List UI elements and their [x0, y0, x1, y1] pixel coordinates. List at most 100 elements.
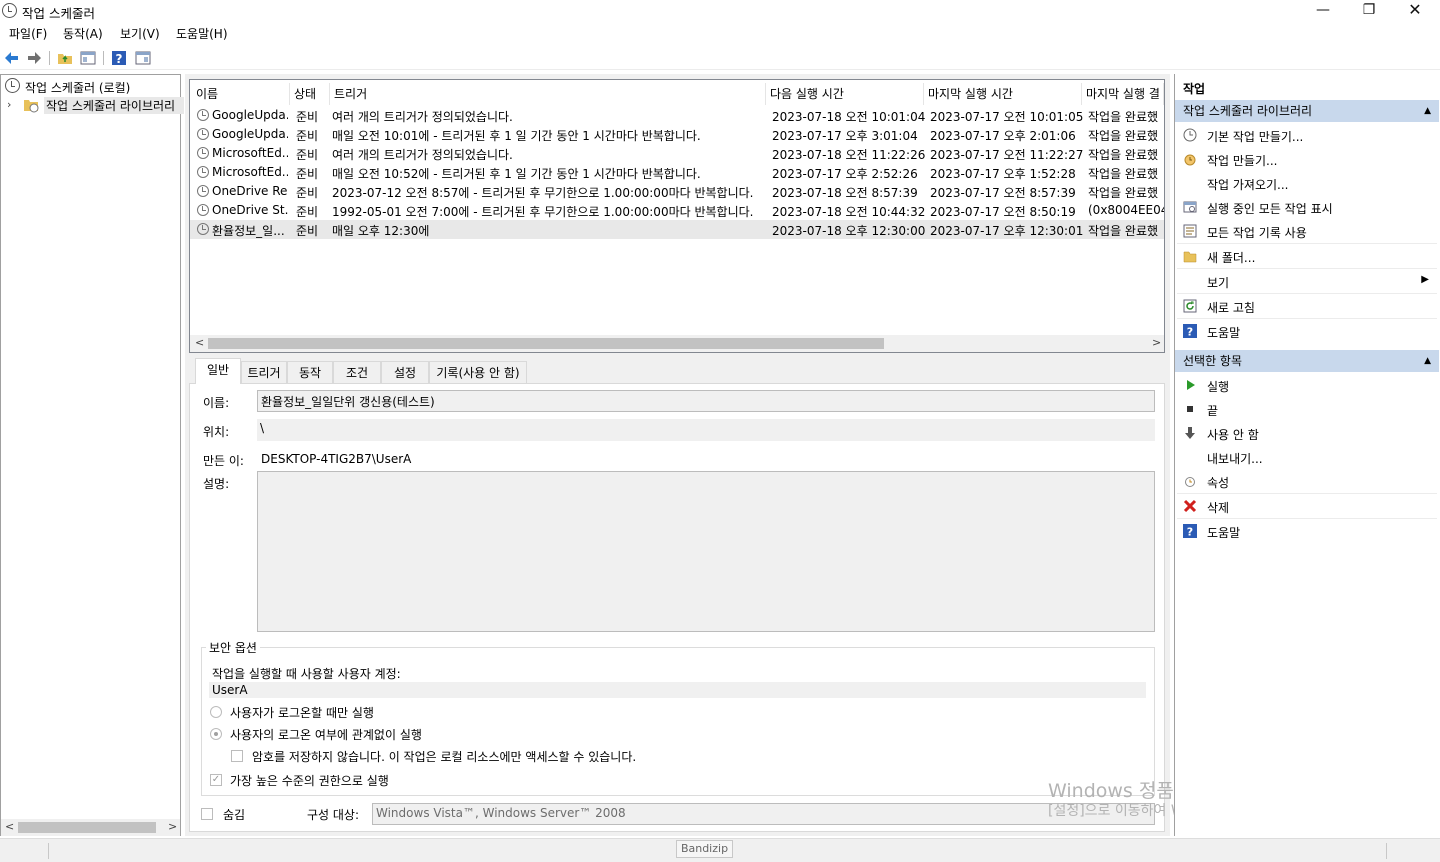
action-label: 내보내기... — [1207, 452, 1263, 466]
menu-view[interactable]: 보기(V) — [120, 25, 160, 42]
tab-triggers[interactable]: 트리거 — [241, 361, 287, 383]
action-new-folder[interactable]: 새 폴더... — [1175, 245, 1439, 267]
back-arrow-icon[interactable] — [4, 50, 20, 66]
action-separator — [1177, 518, 1437, 519]
delete-icon — [1183, 499, 1197, 513]
action-help-selected[interactable]: ? 도움말 — [1175, 520, 1439, 542]
action-create-basic-task[interactable]: 기본 작업 만들기... — [1175, 124, 1439, 146]
table-row[interactable]: OneDrive St... 준비 1992-05-01 오전 7:00에 - … — [190, 201, 1164, 220]
scrollbar-thumb[interactable] — [208, 338, 884, 349]
column-header-name[interactable]: 이름 — [192, 83, 290, 105]
action-refresh[interactable]: 새로 고침 — [1175, 295, 1439, 317]
section-header-library[interactable]: 작업 스케줄러 라이브러리 ▲ — [1175, 100, 1439, 122]
scroll-left-icon[interactable]: < — [5, 820, 14, 833]
action-enable-all-history[interactable]: 모든 작업 기록 사용 — [1175, 220, 1439, 242]
clock-icon — [197, 109, 209, 121]
title-bar: 작업 스케줄러 — ❐ ✕ — [0, 0, 1440, 22]
configure-for-select[interactable]: Windows Vista™, Windows Server™ 2008 — [372, 803, 1155, 825]
task-detail-pane: 이름: 환율정보_일일단위 갱신용(테스트) 위치: \ 만든 이: DESKT… — [189, 358, 1165, 832]
run-whether-logged-on-radio[interactable] — [210, 728, 222, 740]
task-name-field[interactable]: 환율정보_일일단위 갱신용(테스트) — [257, 390, 1155, 412]
menu-action[interactable]: 동작(A) — [63, 25, 103, 42]
collapse-triangle-icon[interactable]: ▲ — [1424, 350, 1431, 372]
action-properties[interactable]: 속성 — [1175, 470, 1439, 492]
tab-general[interactable]: 일반 — [195, 358, 241, 384]
menu-help[interactable]: 도움말(H) — [176, 25, 228, 42]
show-hide-action-pane-icon[interactable] — [135, 50, 151, 66]
svg-text:?: ? — [1187, 326, 1193, 339]
name-label: 이름: — [203, 396, 230, 410]
table-row[interactable]: OneDrive Re... 준비 2023-07-12 오전 8:57에 - … — [190, 182, 1164, 201]
security-options-title: 보안 옵션 — [206, 639, 260, 656]
table-row[interactable]: MicrosoftEd... 준비 매일 오전 10:52에 - 트리거된 후 … — [190, 163, 1164, 182]
show-hide-console-tree-icon[interactable] — [80, 50, 96, 66]
clock-icon — [197, 128, 209, 140]
action-delete[interactable]: 삭제 — [1175, 495, 1439, 517]
tab-history[interactable]: 기록(사용 안 함) — [429, 361, 527, 383]
forward-arrow-icon[interactable] — [26, 50, 42, 66]
chevron-right-icon[interactable]: › — [7, 98, 11, 111]
tab-settings[interactable]: 설정 — [381, 361, 429, 383]
row-last-run: 2023-07-17 오전 8:50:19 — [930, 205, 1076, 219]
highest-privileges-checkbox[interactable]: ✓ — [210, 774, 222, 786]
row-last-run: 2023-07-17 오전 11:22:27 — [930, 148, 1084, 162]
user-account-field: UserA — [209, 682, 1146, 698]
tab-conditions[interactable]: 조건 — [333, 361, 381, 383]
minimize-button[interactable]: — — [1300, 0, 1346, 22]
action-import-task[interactable]: 작업 가져오기... — [1175, 172, 1439, 194]
action-display-running-tasks[interactable]: 실행 중인 모든 작업 표시 — [1175, 196, 1439, 218]
run-only-logged-on-radio[interactable] — [210, 706, 222, 718]
scrollbar-thumb[interactable] — [18, 822, 156, 833]
run-only-logged-on-label: 사용자가 로그온할 때만 실행 — [230, 706, 374, 720]
task-scheduler-icon — [2, 3, 17, 18]
action-end[interactable]: 끝 — [1175, 398, 1439, 420]
column-header-last-result[interactable]: 마지막 실행 결 — [1082, 83, 1164, 105]
run-whether-logged-on-label: 사용자의 로그온 여부에 관계없이 실행 — [230, 728, 422, 742]
row-last-run: 2023-07-17 오후 2:01:06 — [930, 129, 1076, 143]
action-export[interactable]: 내보내기... — [1175, 446, 1439, 468]
row-name: 환율정보_일... — [212, 224, 285, 238]
do-not-store-password-checkbox[interactable] — [231, 750, 243, 762]
scroll-left-icon[interactable]: < — [195, 336, 204, 349]
table-row[interactable]: MicrosoftEd... 준비 여러 개의 트리거가 정의되었습니다. 20… — [190, 144, 1164, 163]
restore-button[interactable]: ❐ — [1346, 0, 1392, 22]
action-disable[interactable]: 사용 안 함 — [1175, 422, 1439, 444]
list-horizontal-scrollbar[interactable]: < > — [190, 335, 1164, 352]
table-row[interactable]: GoogleUpda... 준비 매일 오전 10:01에 - 트리거된 후 1… — [190, 125, 1164, 144]
row-next-run: 2023-07-18 오후 12:30:00 — [772, 224, 926, 238]
column-header-last-run[interactable]: 마지막 실행 시간 — [924, 83, 1082, 105]
column-header-next-run[interactable]: 다음 실행 시간 — [766, 83, 924, 105]
author-value: DESKTOP-4TIG2B7\UserA — [261, 452, 412, 466]
section-header-selected-item[interactable]: 선택한 항목 ▲ — [1175, 350, 1439, 372]
action-help[interactable]: ? 도움말 — [1175, 320, 1439, 342]
collapse-triangle-icon[interactable]: ▲ — [1424, 100, 1431, 122]
close-button[interactable]: ✕ — [1392, 0, 1438, 22]
action-run[interactable]: 실행 — [1175, 374, 1439, 396]
table-row-selected[interactable]: 환율정보_일... 준비 매일 오후 12:30에 2023-07-18 오후 … — [190, 220, 1164, 239]
action-label: 보기 — [1207, 276, 1230, 290]
help-icon[interactable]: ? — [111, 50, 127, 66]
actions-pane: 작업 작업 스케줄러 라이브러리 ▲ 기본 작업 만들기... 작업 만들기..… — [1174, 74, 1440, 836]
disable-arrow-icon — [1185, 427, 1195, 439]
action-view[interactable]: 보기 ▶ — [1175, 270, 1439, 292]
scroll-right-icon[interactable]: > — [1152, 336, 1161, 349]
column-header-trigger[interactable]: 트리거 — [330, 83, 766, 105]
create-task-icon — [1184, 154, 1196, 166]
row-status: 준비 — [296, 148, 319, 162]
folder-up-icon[interactable] — [57, 50, 73, 66]
table-row[interactable]: GoogleUpda... 준비 여러 개의 트리거가 정의되었습니다. 202… — [190, 106, 1164, 125]
menu-file[interactable]: 파일(F) — [9, 25, 47, 42]
tree-item-library[interactable]: › 작업 스케줄러 라이브러리 — [7, 96, 184, 114]
row-trigger: 매일 오전 10:01에 - 트리거된 후 1 일 기간 동안 1 시간마다 반… — [332, 129, 701, 143]
row-result: 작업을 완료했 — [1088, 110, 1159, 124]
scroll-right-icon[interactable]: > — [168, 820, 177, 833]
description-field[interactable] — [257, 471, 1155, 632]
hidden-checkbox[interactable] — [201, 808, 213, 820]
action-create-task[interactable]: 작업 만들기... — [1175, 148, 1439, 170]
row-name: MicrosoftEd... — [212, 146, 288, 160]
tab-actions[interactable]: 동작 — [287, 361, 333, 383]
column-header-status[interactable]: 상태 — [290, 83, 330, 105]
tree-horizontal-scrollbar[interactable]: < > — [1, 819, 180, 836]
row-name: OneDrive Re... — [212, 184, 288, 198]
action-label: 작업 만들기... — [1207, 154, 1278, 168]
